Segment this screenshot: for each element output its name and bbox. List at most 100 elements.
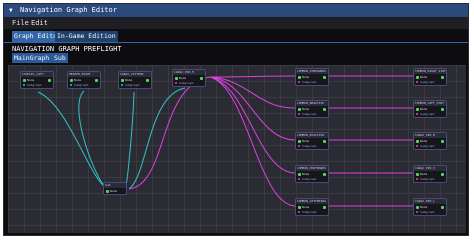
graph-node[interactable]: COMMON_LEFT_STRT Node Subgraph <box>413 100 447 118</box>
tab-in-game-edition[interactable]: In-Game Edition <box>55 31 118 42</box>
pin-label: Node <box>420 172 428 176</box>
subgraph-label: Subgraph <box>420 177 435 181</box>
wire-n2-sub <box>78 90 107 189</box>
subgraph-label: Subgraph <box>302 177 317 181</box>
graph-node[interactable]: COMMON_RIGHT_STRT Node Subgraph <box>413 68 447 86</box>
output-pin-icon[interactable] <box>146 79 149 82</box>
node-title: CARGO_PIN_X <box>414 166 446 171</box>
subgraph-pin-icon[interactable] <box>298 81 300 83</box>
output-pin-icon[interactable] <box>441 140 444 143</box>
menu-file[interactable]: File <box>12 17 29 29</box>
pin-label: Node <box>302 107 310 111</box>
node-title: CARGO_PIN_M <box>414 133 446 138</box>
subgraph-label: Subgraph <box>302 144 317 148</box>
pin-label: Node <box>74 78 82 82</box>
input-pin-icon[interactable] <box>416 206 419 209</box>
subgraph-pin-icon[interactable] <box>416 113 418 115</box>
graph-node[interactable]: COMMON_POSITION Node Subgraph <box>295 132 329 150</box>
subgraph-label: Subgraph <box>125 83 140 87</box>
tab-underline <box>4 42 468 43</box>
input-pin-icon[interactable] <box>298 173 301 176</box>
input-pin-icon[interactable] <box>175 77 178 80</box>
subgraph-pin-icon[interactable] <box>298 145 300 147</box>
input-pin-icon[interactable] <box>298 76 301 79</box>
graph-node[interactable]: COMMON_PORTBANKS Node Subgraph <box>295 165 329 183</box>
output-pin-icon[interactable] <box>48 79 51 82</box>
output-pin-icon[interactable] <box>441 173 444 176</box>
connection-wires <box>37 75 418 207</box>
subgraph-label: Subgraph <box>420 112 435 116</box>
output-pin-icon[interactable] <box>323 173 326 176</box>
graph-node[interactable]: CARGO_PIN_L Node Subgraph <box>413 198 447 216</box>
input-pin-icon[interactable] <box>416 76 419 79</box>
subgraph-pin-icon[interactable] <box>416 178 418 180</box>
menu-bar: File Edit <box>4 17 468 29</box>
subgraph-pin-icon[interactable] <box>416 81 418 83</box>
node-title: COCKLEL_LOFT <box>21 72 53 77</box>
output-pin-icon[interactable] <box>441 76 444 79</box>
input-pin-icon[interactable] <box>416 140 419 143</box>
output-pin-icon[interactable] <box>200 77 203 80</box>
graph-node[interactable]: CARGO_PIN_M Node Subgraph <box>413 132 447 150</box>
graph-node[interactable]: COMMON_COMPOUNDS Node Subgraph <box>295 68 329 86</box>
graph-node[interactable]: CARGO_PIN_X Node Subgraph <box>413 165 447 183</box>
collapse-icon[interactable]: ▼ <box>9 4 13 17</box>
input-pin-icon[interactable] <box>416 173 419 176</box>
pin-label: Node <box>302 205 310 209</box>
input-pin-icon[interactable] <box>298 140 301 143</box>
subgraph-label: Subgraph <box>179 81 194 85</box>
window-title: Navigation Graph Editor <box>20 6 117 14</box>
subgraph-pin-icon[interactable] <box>175 82 177 84</box>
output-pin-icon[interactable] <box>441 108 444 111</box>
wire-n1-sub <box>37 91 107 189</box>
subgraph-pin-icon[interactable] <box>298 113 300 115</box>
graph-node[interactable]: COMMON_NEGATIVE Node Subgraph <box>295 100 329 118</box>
input-pin-icon[interactable] <box>106 190 109 193</box>
input-pin-icon[interactable] <box>70 79 73 82</box>
input-pin-icon[interactable] <box>121 79 124 82</box>
graph-node[interactable]: COCKLEL_LOFT Node Subgraph <box>20 71 54 89</box>
node-title: COMMON_COMPOUNDS <box>296 69 328 74</box>
sub-node[interactable]: Sub Node <box>103 182 127 195</box>
sub-button[interactable]: Sub <box>52 53 68 63</box>
node-title: COMMON_LEFT_STRT <box>414 101 446 106</box>
output-pin-icon[interactable] <box>323 108 326 111</box>
wire-n4-m5 <box>209 76 297 207</box>
subgraph-pin-icon[interactable] <box>70 84 72 86</box>
subgraph-label: Subgraph <box>302 112 317 116</box>
menu-edit[interactable]: Edit <box>31 17 48 29</box>
subgraph-pin-icon[interactable] <box>298 211 300 213</box>
pin-label: Node <box>420 75 428 79</box>
subgraph-pin-icon[interactable] <box>298 178 300 180</box>
input-pin-icon[interactable] <box>298 206 301 209</box>
output-pin-icon[interactable] <box>441 206 444 209</box>
pin-label: Node <box>27 78 35 82</box>
output-pin-icon[interactable] <box>323 206 326 209</box>
graph-node[interactable]: HEADER_RIGHT Node Subgraph <box>67 71 101 89</box>
output-pin-icon[interactable] <box>323 76 326 79</box>
node-title: COMMON_RIGHT_STRT <box>414 69 446 74</box>
graph-canvas[interactable]: COCKLEL_LOFT Node Subgraph HEADER_RIGHT … <box>8 65 466 233</box>
output-pin-icon[interactable] <box>95 79 98 82</box>
subgraph-label: Subgraph <box>74 83 89 87</box>
subgraph-pin-icon[interactable] <box>416 145 418 147</box>
input-pin-icon[interactable] <box>23 79 26 82</box>
subgraph-pin-icon[interactable] <box>121 84 123 86</box>
subgraph-pin-icon[interactable] <box>416 211 418 213</box>
subgraph-label: Subgraph <box>420 210 435 214</box>
pin-label: Node <box>420 139 428 143</box>
graph-node[interactable]: COMMON_LETTERING Node Subgraph <box>295 198 329 216</box>
title-bar[interactable]: ▼ Navigation Graph Editor <box>4 4 468 17</box>
subgraph-label: Subgraph <box>420 144 435 148</box>
pin-label: Node <box>302 139 310 143</box>
subgraph-pin-icon[interactable] <box>23 84 25 86</box>
input-pin-icon[interactable] <box>298 108 301 111</box>
graph-node[interactable]: CARGO_LETTERS Node Subgraph <box>118 71 152 89</box>
pin-label: Node <box>420 107 428 111</box>
wire-n4-m3 <box>209 76 297 141</box>
input-pin-icon[interactable] <box>416 108 419 111</box>
graph-node[interactable]: CARGO_PIN_H Node Subgraph <box>172 69 206 87</box>
node-title: COMMON_LETTERING <box>296 199 328 204</box>
pin-label: Node <box>302 75 310 79</box>
output-pin-icon[interactable] <box>323 140 326 143</box>
